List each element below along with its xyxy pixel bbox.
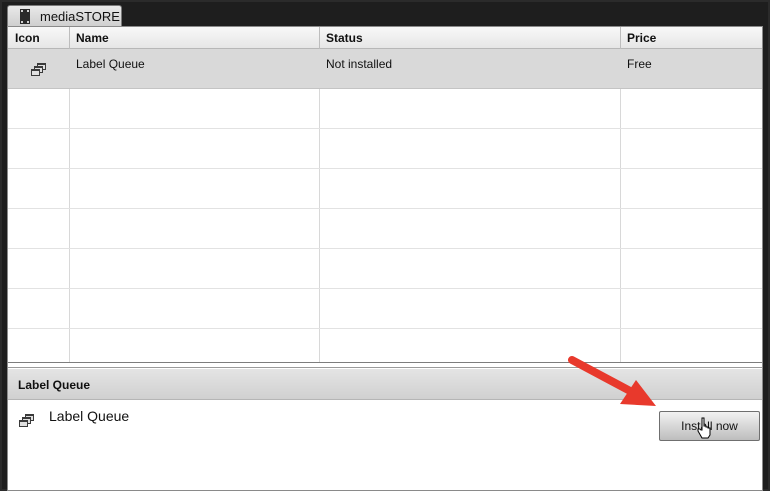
empty-row: [8, 89, 762, 129]
stacked-windows-icon: [19, 414, 34, 427]
column-header-icon[interactable]: Icon: [15, 31, 40, 45]
mediastore-window: mediaSTORE Icon Name Status Price Label …: [2, 2, 768, 491]
detail-app-name: Label Queue: [49, 408, 130, 424]
row-name: Label Queue: [76, 57, 145, 71]
row-status: Not installed: [326, 57, 393, 71]
empty-row: [8, 249, 762, 289]
row-price: Free: [627, 57, 652, 71]
app-table: Icon Name Status Price Label Queue Not i…: [8, 27, 762, 362]
header-separator: [319, 27, 320, 49]
header-separator: [620, 27, 621, 49]
pointer-hand-icon: [697, 417, 711, 439]
film-strip-icon: [20, 9, 30, 24]
empty-row: [8, 129, 762, 169]
empty-row: [8, 209, 762, 249]
table-row[interactable]: Label Queue Not installed Free: [8, 49, 762, 89]
empty-row: [8, 169, 762, 209]
empty-row: [8, 289, 762, 329]
column-header-name[interactable]: Name: [76, 31, 109, 45]
tab-label: mediaSTORE: [40, 9, 120, 24]
stacked-windows-icon: [31, 63, 46, 76]
store-panel: Icon Name Status Price Label Queue Not i…: [7, 26, 763, 491]
header-separator: [69, 27, 70, 49]
column-header-price[interactable]: Price: [627, 31, 656, 45]
column-header-status[interactable]: Status: [326, 31, 363, 45]
red-arrow-annotation: [568, 356, 656, 406]
tab-mediastore[interactable]: mediaSTORE: [7, 5, 122, 26]
table-header: Icon Name Status Price: [8, 27, 762, 49]
detail-title: Label Queue: [18, 378, 91, 392]
